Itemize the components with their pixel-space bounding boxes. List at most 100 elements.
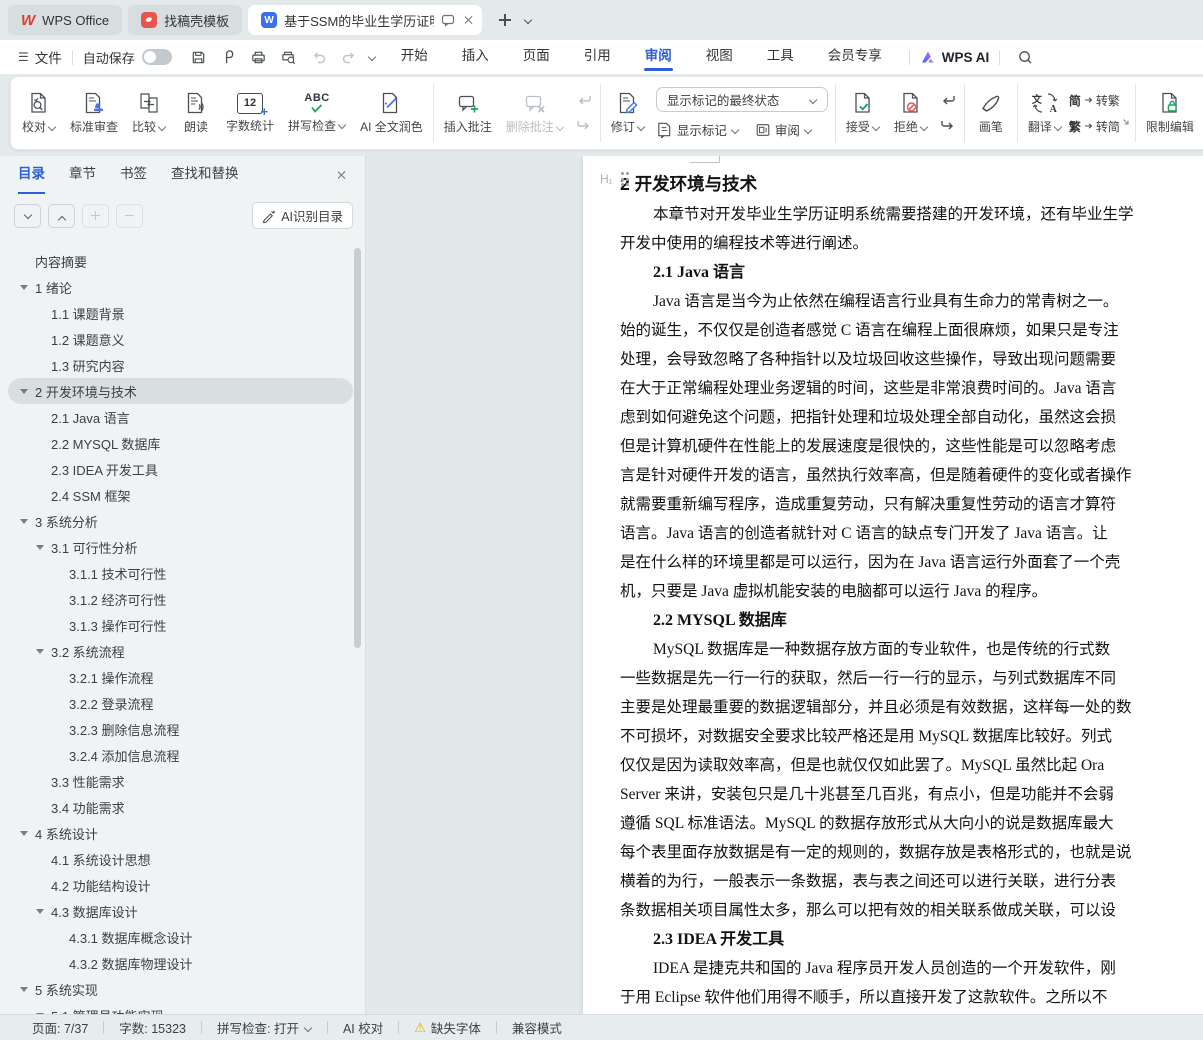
- reject-button[interactable]: 拒绝: [887, 80, 935, 146]
- save-button[interactable]: [184, 44, 214, 70]
- compat-mode-indicator[interactable]: 兼容模式: [512, 1018, 562, 1037]
- menu-tab[interactable]: 引用: [567, 40, 628, 74]
- menu-tab[interactable]: 审阅: [628, 40, 689, 74]
- toc-item[interactable]: 1.3 研究内容: [8, 352, 353, 378]
- standard-review-button[interactable]: 标准审查: [63, 80, 125, 146]
- expand-all-button[interactable]: [14, 203, 41, 228]
- expand-arrow-icon[interactable]: [36, 647, 45, 656]
- toc-item[interactable]: 3.2.1 操作流程: [8, 664, 353, 690]
- tab-document[interactable]: W 基于SSM的毕业生学历证明系: [248, 5, 483, 35]
- ai-polish-button[interactable]: AI 全文润色: [353, 80, 430, 146]
- tab-contents[interactable]: 目录: [18, 156, 45, 194]
- expand-arrow-icon[interactable]: [20, 985, 29, 994]
- history-chevron-icon[interactable]: [368, 53, 376, 61]
- menu-tab[interactable]: 工具: [750, 40, 811, 74]
- toc-item[interactable]: 1 绪论: [8, 274, 353, 300]
- expand-arrow-icon[interactable]: [36, 543, 45, 552]
- close-tab-icon[interactable]: [462, 14, 474, 26]
- toc-item[interactable]: 4.3 数据库设计: [8, 898, 353, 924]
- toc-item[interactable]: 4.2 功能结构设计: [8, 872, 353, 898]
- toc-item[interactable]: 5.1 管理员功能实现: [8, 1002, 353, 1014]
- tab-wps-office[interactable]: W WPS Office: [8, 5, 123, 35]
- print-preview-button[interactable]: [274, 44, 304, 70]
- markup-state-select[interactable]: 显示标记的最终状态: [655, 87, 828, 112]
- menu-tab[interactable]: 页面: [506, 40, 567, 74]
- accept-button[interactable]: 接受: [839, 80, 887, 146]
- toc-item[interactable]: 4 系统设计: [8, 820, 353, 846]
- next-comment-icon[interactable]: [571, 117, 597, 134]
- toc-item[interactable]: 3.1.3 操作可行性: [8, 612, 353, 638]
- toc-item[interactable]: 3.2.2 登录流程: [8, 690, 353, 716]
- tab-list-chevron-icon[interactable]: [524, 16, 532, 24]
- export-pdf-button[interactable]: [214, 44, 244, 70]
- compare-button[interactable]: 比较: [125, 80, 173, 146]
- to-traditional-button[interactable]: 简 转繁: [1069, 92, 1120, 109]
- toc-item[interactable]: 3.1.2 经济可行性: [8, 586, 353, 612]
- proofread-button[interactable]: 校对: [15, 80, 63, 146]
- toc-item[interactable]: 4.1 系统设计思想: [8, 846, 353, 872]
- menu-tab[interactable]: 视图: [689, 40, 750, 74]
- word-count-indicator[interactable]: 字数: 15323: [119, 1018, 186, 1037]
- undo-button[interactable]: [304, 44, 334, 70]
- toc-item[interactable]: 3 系统分析: [8, 508, 353, 534]
- page-indicator[interactable]: 页面: 7/37: [32, 1018, 88, 1037]
- close-sidebar-icon[interactable]: [335, 169, 347, 181]
- toc-item[interactable]: 2.3 IDEA 开发工具: [8, 456, 353, 482]
- track-changes-button[interactable]: 修订: [604, 80, 652, 146]
- menu-tab[interactable]: 会员专享: [811, 40, 899, 74]
- autosave-toggle[interactable]: [141, 49, 172, 65]
- toc-item[interactable]: 内容摘要: [8, 248, 353, 274]
- toc-item[interactable]: 3.4 功能需求: [8, 794, 353, 820]
- review-pane-button[interactable]: 审阅: [755, 120, 812, 139]
- tab-docer-template[interactable]: 找稿壳模板: [128, 5, 243, 35]
- missing-font-warning[interactable]: ⚠ 缺失字体: [414, 1018, 481, 1037]
- new-tab-icon[interactable]: [498, 13, 512, 27]
- spell-check-button[interactable]: ABC 拼写检查: [281, 80, 353, 146]
- expand-arrow-icon[interactable]: [20, 387, 29, 396]
- drag-handle-icon[interactable]: [620, 172, 630, 186]
- toc-item[interactable]: 3.2 系统流程: [8, 638, 353, 664]
- toc-item[interactable]: 2.2 MYSQL 数据库: [8, 430, 353, 456]
- translate-button[interactable]: 文 A 翻译: [1021, 80, 1069, 146]
- redo-button[interactable]: [334, 44, 364, 70]
- toc-item[interactable]: 4.3.2 数据库物理设计: [8, 950, 353, 976]
- restrict-edit-button[interactable]: 限制编辑: [1139, 80, 1201, 146]
- toc-item[interactable]: 3.2.4 添加信息流程: [8, 742, 353, 768]
- toc-item[interactable]: 2.1 Java 语言: [8, 404, 353, 430]
- previous-comment-icon[interactable]: [571, 92, 597, 109]
- file-menu[interactable]: ☰ 文件: [18, 47, 62, 67]
- pen-button[interactable]: 画笔: [968, 80, 1014, 146]
- zoom-out-button[interactable]: [116, 203, 143, 228]
- wps-ai-button[interactable]: WPS AI: [920, 49, 989, 65]
- toc-item[interactable]: 3.3 性能需求: [8, 768, 353, 794]
- ai-recognize-toc-button[interactable]: AI识别目录: [252, 202, 353, 229]
- zoom-in-button[interactable]: [82, 203, 109, 228]
- show-markup-button[interactable]: 显示标记: [656, 120, 739, 139]
- expand-arrow-icon[interactable]: [20, 829, 29, 838]
- toc-item[interactable]: 3.1 可行性分析: [8, 534, 353, 560]
- previous-change-icon[interactable]: [935, 92, 961, 109]
- insert-comment-button[interactable]: 插入批注: [437, 80, 499, 146]
- toc-item[interactable]: 5 系统实现: [8, 976, 353, 1002]
- menu-tab[interactable]: 开始: [384, 40, 445, 74]
- toc-item[interactable]: 1.1 课题背景: [8, 300, 353, 326]
- to-simplified-button[interactable]: 繁 转简: [1069, 118, 1120, 135]
- expand-arrow-icon[interactable]: [20, 283, 29, 292]
- tab-find-replace[interactable]: 查找和替换: [171, 156, 239, 194]
- collapse-all-button[interactable]: [48, 203, 75, 228]
- sidebar-scrollbar[interactable]: [354, 248, 361, 648]
- document-page[interactable]: 2 开发环境与技术 本章节对开发毕业生学历证明系统需要搭建的开发环境，还有毕业生学…: [583, 156, 1203, 1014]
- expand-arrow-icon[interactable]: [36, 907, 45, 916]
- menu-tab[interactable]: 插入: [445, 40, 506, 74]
- search-icon[interactable]: [1010, 44, 1040, 70]
- dialog-launcher-icon[interactable]: [1122, 113, 1130, 131]
- comment-bubble-icon[interactable]: [441, 13, 455, 27]
- tab-chapters[interactable]: 章节: [69, 156, 96, 194]
- word-count-button[interactable]: 12 + 字数统计: [219, 80, 281, 146]
- toc-item[interactable]: 3.2.3 删除信息流程: [8, 716, 353, 742]
- expand-arrow-icon[interactable]: [20, 517, 29, 526]
- tab-bookmarks[interactable]: 书签: [120, 156, 147, 194]
- ai-proofread-status[interactable]: AI 校对: [343, 1018, 383, 1037]
- toc-item[interactable]: 3.1.1 技术可行性: [8, 560, 353, 586]
- spell-check-status[interactable]: 拼写检查: 打开: [217, 1018, 312, 1037]
